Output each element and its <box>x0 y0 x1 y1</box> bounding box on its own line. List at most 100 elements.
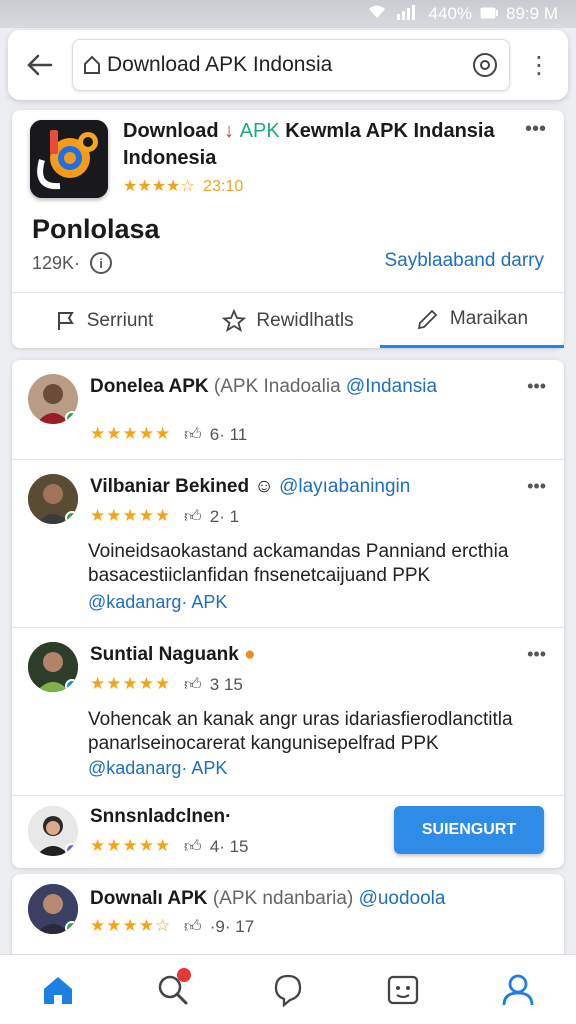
review-text: Voineidsaokastand ackamandas Panniand er… <box>88 541 509 586</box>
like-count-value: 6· 11 <box>209 424 248 444</box>
more-options-icon[interactable]: ••• <box>525 118 546 141</box>
reviewer-name: Donelea APK (APK Inadoalia @Indansia <box>90 376 437 398</box>
app-title: Download ↓ APK Kewmla APK Indansia Indon… <box>123 118 513 172</box>
thumbs-up-icon: 👍︎ <box>184 837 202 856</box>
clock: 89:9 M <box>506 4 558 23</box>
reviewer-handle[interactable]: @layıabaningin <box>279 476 410 497</box>
nav-profile[interactable] <box>488 960 548 1020</box>
like-count-value: ·9· 17 <box>209 916 255 936</box>
app-logo[interactable] <box>30 120 108 198</box>
app-rating: ★★★★☆ 23:10 <box>123 176 243 196</box>
title-part1: Download <box>123 120 219 142</box>
reviewer-handle[interactable]: @uodoola <box>359 888 446 909</box>
reviewer-name-text: Snnsnladclnen· <box>90 806 232 827</box>
app-header-card: Download ↓ APK Kewmla APK Indansia Indon… <box>12 110 564 348</box>
home-outline-icon <box>84 55 100 74</box>
battery-icon <box>480 6 499 23</box>
like-count[interactable]: 👍︎ ·9· 17 <box>184 916 254 937</box>
review-item: Donelea APK (APK Inadoalia @Indansia •••… <box>12 360 564 460</box>
like-count[interactable]: 👍︎ 3 15 <box>184 674 243 695</box>
back-button[interactable] <box>20 45 60 85</box>
review-tag[interactable]: @kadanarg· APK <box>88 758 227 779</box>
app-name: Ponlolasa <box>32 214 160 244</box>
like-count-value: 2· 1 <box>209 506 240 526</box>
rating-value: 23:10 <box>203 178 244 195</box>
tab-maraikan[interactable]: Maraikan <box>380 293 564 348</box>
back-arrow-icon <box>27 54 53 76</box>
reviewer-meta: (APK ndanbaria) <box>212 888 354 909</box>
more-options-icon[interactable]: ••• <box>527 476 546 497</box>
emoji-icon: ☺ <box>254 476 274 497</box>
review-text: Vohencak an kanak angr uras idariasfiero… <box>88 709 513 754</box>
home-icon <box>43 976 72 1004</box>
thumbs-up-icon: 👍︎ <box>184 917 202 936</box>
reader-mode-icon[interactable] <box>471 51 499 79</box>
reviewer-name: Suntial Naguank ● <box>90 644 256 666</box>
star-icon <box>222 308 247 332</box>
browser-toolbar: Download APK Indonsia ⋮ <box>8 30 568 100</box>
avatar[interactable] <box>28 374 78 424</box>
title-accent: APK <box>239 120 280 142</box>
wifi-icon <box>367 4 387 24</box>
like-count-value: 4· 15 <box>209 836 249 856</box>
developer-link[interactable]: Sayblaaband darry <box>385 250 545 272</box>
url-text: Download APK Indonsia <box>107 53 333 76</box>
info-icon[interactable]: i <box>90 252 113 274</box>
verified-badge-icon <box>65 921 78 934</box>
like-count[interactable]: 👍︎ 6· 11 <box>184 424 247 445</box>
rating-stars: ★★★★☆ <box>123 178 195 195</box>
reviewer-meta: (APK Inadoalia <box>213 376 341 397</box>
review-stars: ★★★★★ <box>90 836 172 855</box>
tab-label: Rewidlhatls <box>256 309 354 331</box>
count-value: 129K· <box>32 252 81 273</box>
thumbs-up-icon: 👍︎ <box>184 507 202 526</box>
status-bar: 440% 89:9 M <box>0 0 576 28</box>
tab-rewidlhatls[interactable]: Rewidlhatls <box>196 293 380 348</box>
nav-games[interactable] <box>373 960 433 1020</box>
bottom-navigation <box>0 954 576 1024</box>
nav-chat[interactable] <box>258 960 318 1020</box>
verified-badge-icon <box>65 511 78 524</box>
reviewer-name: Snnsnladclnen· <box>90 806 231 828</box>
review-card-partial: Downalı APK (APK ndanbaria) @uodoola ★★★… <box>12 874 564 964</box>
edit-icon <box>417 309 438 330</box>
like-count-value: 3 15 <box>209 674 243 694</box>
download-count: 129K· i <box>32 252 113 274</box>
avatar[interactable] <box>28 884 78 934</box>
more-options-icon[interactable]: ••• <box>527 376 546 397</box>
profile-icon <box>502 974 534 1005</box>
reviewer-name-text: Downalı APK <box>90 888 208 909</box>
review-tag[interactable]: @kadanarg· APK <box>88 592 227 613</box>
reviewer-name: Vilbaniar Bekined ☺ @layıabaningin <box>90 476 410 498</box>
tab-label: Maraikan <box>449 308 529 329</box>
game-icon <box>388 975 419 1004</box>
review-stars: ★★★★★ <box>90 506 172 525</box>
subscribe-button[interactable]: SUIENGURT <box>394 806 544 854</box>
like-count[interactable]: 👍︎ 2· 1 <box>184 506 239 527</box>
avatar[interactable] <box>28 474 78 524</box>
tab-serriunt[interactable]: Serriunt <box>12 293 196 348</box>
chat-icon <box>274 974 302 1007</box>
thumbs-up-icon: 👍︎ <box>184 675 202 694</box>
review-stars: ★★★★★ <box>90 424 172 443</box>
signal-icon <box>395 4 421 24</box>
review-item: Suntial Naguank ● ••• ★★★★★ 👍︎ 3 15 Vohe… <box>12 628 564 796</box>
tab-bar: Serriunt Rewidlhatls Maraikan <box>12 292 564 348</box>
more-options-icon[interactable]: ••• <box>527 644 546 665</box>
nav-home[interactable] <box>28 960 88 1020</box>
flag-icon <box>57 311 74 330</box>
overflow-menu-icon[interactable]: ⋮ <box>522 45 556 85</box>
battery-percent: 440% <box>428 4 473 23</box>
verified-badge-icon <box>65 411 78 424</box>
review-stars: ★★★★☆ <box>90 916 172 935</box>
avatar[interactable] <box>28 642 78 692</box>
tab-label: Serriunt <box>86 309 154 331</box>
download-arrow-icon: ↓ <box>224 120 235 142</box>
reviewer-name-text: Donelea APK <box>90 376 209 397</box>
nav-search[interactable] <box>143 960 203 1020</box>
verified-badge-icon <box>65 679 78 692</box>
avatar[interactable] <box>28 806 78 856</box>
reviewer-handle[interactable]: @Indansia <box>346 376 437 397</box>
address-bar[interactable]: Download APK Indonsia <box>72 39 510 91</box>
like-count[interactable]: 👍︎ 4· 15 <box>184 836 249 857</box>
